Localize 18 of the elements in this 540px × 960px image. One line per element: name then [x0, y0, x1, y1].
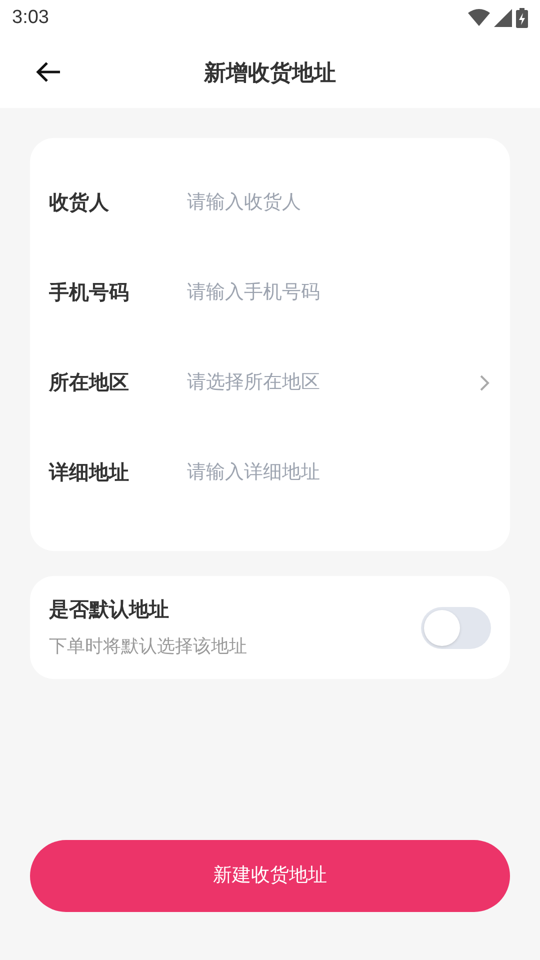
wifi-icon — [468, 9, 490, 27]
default-toggle[interactable] — [421, 606, 491, 648]
default-title: 是否默认地址 — [49, 598, 170, 623]
signal-icon — [494, 9, 512, 27]
field-label: 所在地区 — [49, 371, 130, 396]
default-description: 下单时将默认选择该地址 — [49, 635, 247, 658]
chevron-right-icon — [479, 373, 491, 393]
create-address-button[interactable]: 新建收货地址 — [30, 840, 510, 912]
text-input[interactable]: 请输入详细地址 — [187, 458, 491, 488]
text-input[interactable]: 请输入收货人 — [187, 188, 491, 218]
field-label: 详细地址 — [49, 460, 130, 486]
page-title: 新增收货地址 — [204, 58, 336, 86]
text-input[interactable]: 请输入手机号码 — [187, 278, 491, 308]
battery-icon — [516, 8, 528, 28]
status-time: 3:03 — [12, 6, 49, 30]
field-label: 手机号码 — [49, 281, 130, 306]
region-select[interactable]: 请选择所在地区 — [187, 368, 491, 398]
field-label: 收货人 — [49, 191, 110, 216]
